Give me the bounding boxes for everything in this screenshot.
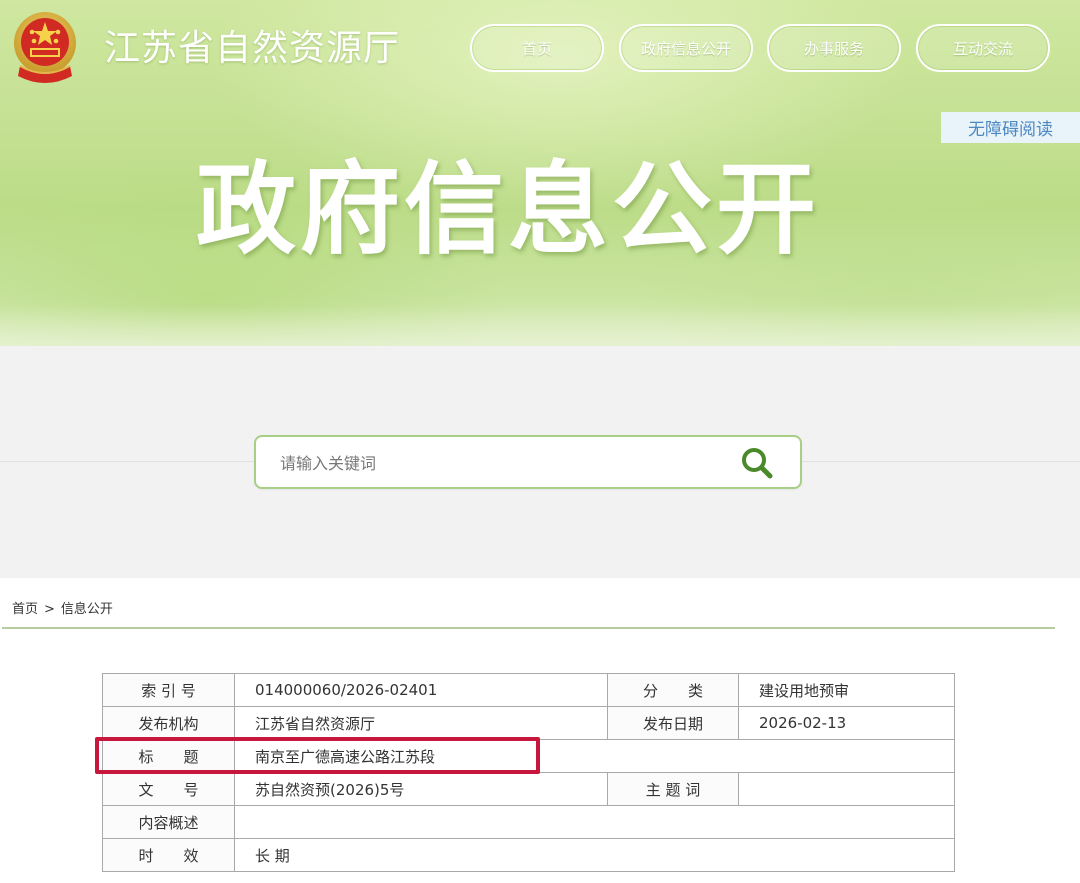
table-row: 发布机构 江苏省自然资源厅 发布日期 2026-02-13 bbox=[102, 706, 955, 740]
value-summary bbox=[234, 805, 955, 839]
value-document-number: 苏自然资预(2026)5号 bbox=[234, 772, 608, 806]
table-row: 索 引 号 014000060/2026-02401 分 类 建设用地预审 bbox=[102, 673, 955, 707]
search-left-line bbox=[0, 461, 254, 462]
nav-services-button[interactable]: 办事服务 bbox=[767, 24, 901, 72]
main-content: 首页 > 信息公开 索 引 号 014000060/2026-02401 分 类 建… bbox=[0, 578, 1080, 883]
search-icon bbox=[742, 448, 773, 479]
label-summary: 内容概述 bbox=[102, 805, 235, 839]
nav-interaction-button[interactable]: 互动交流 bbox=[916, 24, 1050, 72]
breadcrumb: 首页 > 信息公开 bbox=[12, 598, 113, 617]
table-row: 标 题 南京至广德高速公路江苏段 bbox=[102, 739, 955, 773]
value-validity: 长 期 bbox=[234, 838, 955, 872]
accessibility-reading-link[interactable]: 无障碍阅读 bbox=[941, 112, 1080, 143]
breadcrumb-separator: > bbox=[44, 602, 55, 617]
label-publish-date: 发布日期 bbox=[607, 706, 739, 740]
info-table: 索 引 号 014000060/2026-02401 分 类 建设用地预审 发布… bbox=[102, 673, 955, 872]
value-index-number: 014000060/2026-02401 bbox=[234, 673, 608, 707]
search-box bbox=[254, 435, 802, 489]
nav-gov-info-button[interactable]: 政府信息公开 bbox=[619, 24, 753, 72]
national-emblem-icon bbox=[14, 12, 76, 83]
site-name[interactable]: 江苏省自然资源厅 bbox=[104, 19, 400, 71]
label-publisher: 发布机构 bbox=[102, 706, 235, 740]
breadcrumb-info-link[interactable]: 信息公开 bbox=[61, 598, 113, 617]
label-document-number: 文 号 bbox=[102, 772, 235, 806]
nav-home-button[interactable]: 首页 bbox=[470, 24, 604, 72]
label-index-number: 索 引 号 bbox=[102, 673, 235, 707]
value-publisher: 江苏省自然资源厅 bbox=[234, 706, 608, 740]
banner-title: 政府信息公开 bbox=[196, 151, 820, 268]
search-button[interactable] bbox=[736, 443, 778, 483]
search-section bbox=[0, 346, 1080, 578]
search-input[interactable] bbox=[280, 449, 720, 477]
value-title: 南京至广德高速公路江苏段 bbox=[234, 739, 955, 773]
main-nav: 首页 政府信息公开 办事服务 互动交流 bbox=[470, 24, 1050, 72]
table-row: 时 效 长 期 bbox=[102, 838, 955, 872]
label-validity: 时 效 bbox=[102, 838, 235, 872]
label-category: 分 类 bbox=[607, 673, 739, 707]
breadcrumb-divider bbox=[2, 627, 1055, 629]
breadcrumb-home-link[interactable]: 首页 bbox=[12, 598, 38, 617]
search-right-line bbox=[802, 461, 1080, 462]
value-publish-date: 2026-02-13 bbox=[738, 706, 955, 740]
table-row: 内容概述 bbox=[102, 805, 955, 839]
label-title: 标 题 bbox=[102, 739, 235, 773]
table-row: 文 号 苏自然资预(2026)5号 主 题 词 bbox=[102, 772, 955, 806]
header-banner: 江苏省自然资源厅 首页 政府信息公开 办事服务 互动交流 无障碍阅读 政府信息公… bbox=[0, 0, 1080, 346]
label-keywords: 主 题 词 bbox=[607, 772, 739, 806]
value-keywords bbox=[738, 772, 955, 806]
value-category: 建设用地预审 bbox=[738, 673, 955, 707]
